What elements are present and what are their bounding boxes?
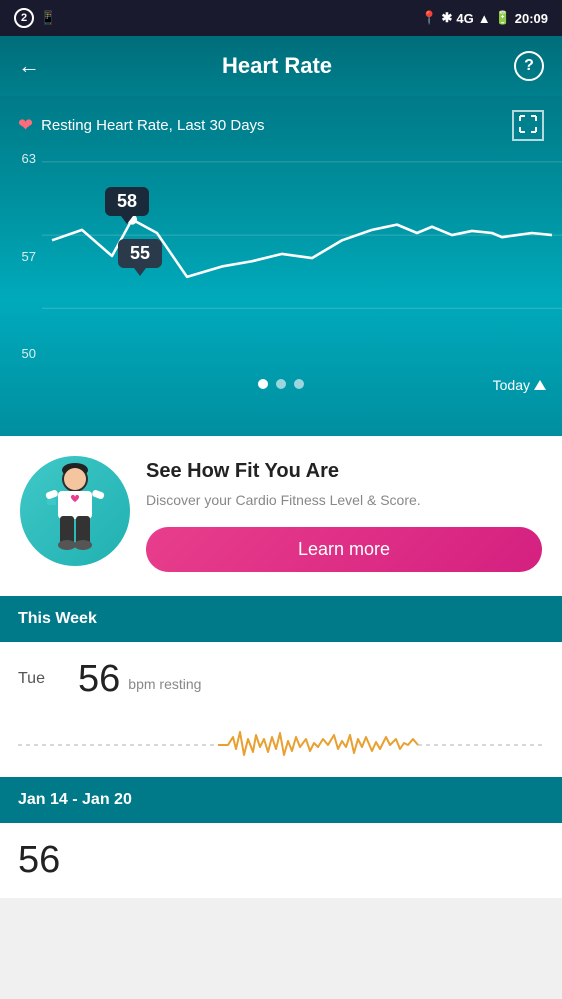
fitness-avatar [20,456,130,566]
page-dot-3[interactable] [294,379,304,389]
week-data-row: Tue 56 bpm resting [0,642,562,717]
y-label-top: 63 [0,151,36,166]
chart-label-text: Resting Heart Rate, Last 30 Days [41,117,264,134]
back-button[interactable]: ← [18,53,40,79]
chart-pagination [0,379,562,389]
help-button[interactable]: ? [514,51,544,81]
fitness-content: See How Fit You Are Discover your Cardio… [146,456,542,572]
page-dot-1[interactable] [258,379,268,389]
clock: 20:09 [515,11,548,26]
expand-button[interactable] [512,110,544,141]
date-range-bpm: 56 [18,839,60,881]
location-icon: 📍 [421,10,437,26]
app-header: ← Heart Rate ? [0,36,562,96]
fitness-card: See How Fit You Are Discover your Cardio… [0,436,562,596]
heart-icon: ❤ [18,115,33,136]
fitness-card-title: See How Fit You Are [146,460,542,483]
battery-icon: 🔋 [495,10,511,26]
bluetooth-icon: ✱ [441,10,452,26]
mini-chart [0,717,562,777]
learn-more-button[interactable]: Learn more [146,527,542,572]
chart-title: ❤ Resting Heart Rate, Last 30 Days [18,115,265,136]
chart-svg-wrapper: 63 57 50 58 55 Today [0,141,562,401]
page-title: Heart Rate [222,53,332,79]
y-axis-labels: 63 57 50 [0,141,42,371]
fitness-card-description: Discover your Cardio Fitness Level & Sco… [146,491,542,511]
y-label-bottom: 50 [0,346,36,361]
page-dot-2[interactable] [276,379,286,389]
status-right-area: 📍 ✱ 4G ▲ 🔋 20:09 [421,10,548,26]
this-week-header: This Week [0,596,562,642]
chart-area: ❤ Resting Heart Rate, Last 30 Days 63 57… [0,96,562,436]
callout-high: 58 [105,187,149,216]
bottom-value-area: 56 [0,823,562,898]
network-label: 4G [456,11,473,26]
callout-low: 55 [118,239,162,268]
date-range-header: Jan 14 - Jan 20 [0,777,562,823]
phone-icon: 📱 [40,10,56,26]
chart-header: ❤ Resting Heart Rate, Last 30 Days [0,96,562,141]
today-triangle-icon [534,380,546,390]
bpm-value: 56 [78,658,120,701]
status-left-icons: 2 📱 [14,8,56,28]
signal-icon: ▲ [478,11,491,26]
status-bar: 2 📱 📍 ✱ 4G ▲ 🔋 20:09 [0,0,562,36]
y-label-mid: 57 [0,249,36,264]
app-icon-1: 2 [14,8,34,28]
today-label: Today [493,377,546,393]
bpm-unit: bpm resting [128,676,201,692]
day-label: Tue [18,670,78,688]
